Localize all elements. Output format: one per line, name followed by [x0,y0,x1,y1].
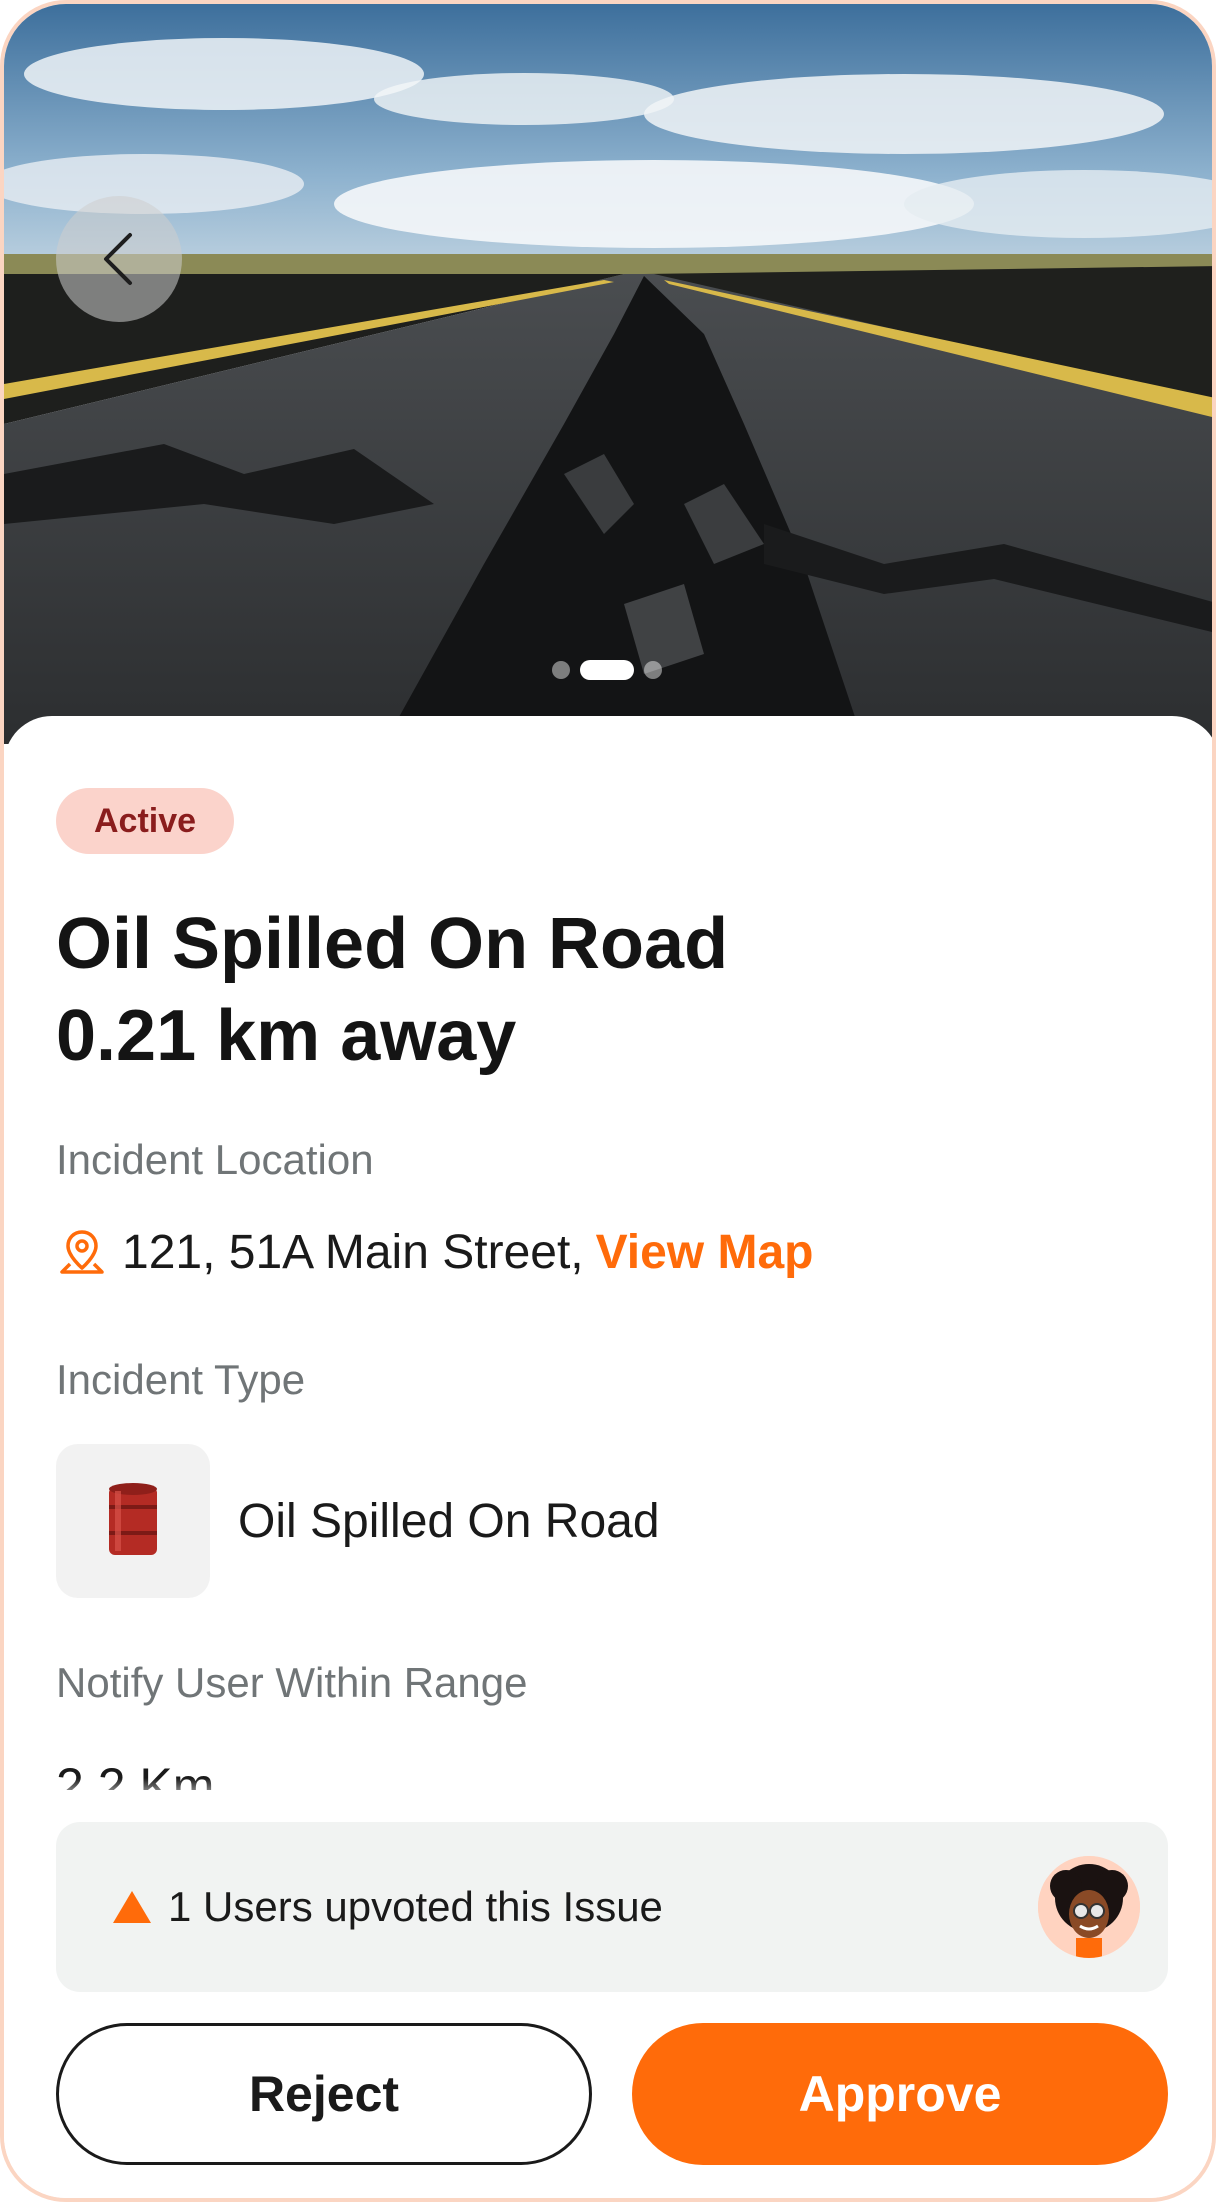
incident-type-row: Oil Spilled On Road [56,1444,660,1598]
notify-range-label: Notify User Within Range [56,1659,528,1706]
upvote-triangle-icon [113,1891,151,1923]
incident-location-row: 121, 51A Main Street, View Map [56,1222,813,1282]
carousel-dot[interactable] [552,661,570,679]
reject-button[interactable]: Reject [56,2023,592,2165]
view-map-link[interactable]: View Map [596,1225,814,1280]
incident-photo [4,4,1212,744]
status-badge: Active [56,788,235,854]
oil-barrel-icon [109,1483,157,1555]
carousel-dot[interactable] [644,661,662,679]
incident-address: 121, 51A Main Street, [122,1225,584,1279]
back-button[interactable] [56,196,182,322]
incident-location-label: Incident Location [56,1136,374,1183]
carousel-dot-active[interactable] [580,660,634,680]
upvote-banner: 1 Users upvoted this Issue [56,1822,1168,1992]
incident-type-name: Oil Spilled On Road [238,1494,660,1548]
approve-button[interactable]: Approve [632,2023,1168,2165]
incident-type-label: Incident Type [56,1356,306,1403]
incident-title-name: Oil Spilled On Road [56,904,729,984]
incident-photo-carousel[interactable] [4,4,1212,744]
upvote-text: 1 Users upvoted this Issue [168,1883,663,1930]
avatar[interactable] [1038,1856,1140,1958]
incident-title: Oil Spilled On Road 0.21 km away [56,898,1156,1082]
incident-type-tile [56,1444,210,1598]
location-pin-icon [60,1230,104,1274]
incident-details-sheet: Active Oil Spilled On Road 0.21 km away … [4,716,1212,2198]
carousel-indicator [552,660,662,680]
incident-distance: 0.21 km away [56,996,517,1076]
chevron-left-icon [104,233,132,285]
user-avatar-image [1038,1856,1140,1958]
incident-detail-screen: Active Oil Spilled On Road 0.21 km away … [0,0,1216,2202]
scroll-fade [4,1778,1212,1806]
